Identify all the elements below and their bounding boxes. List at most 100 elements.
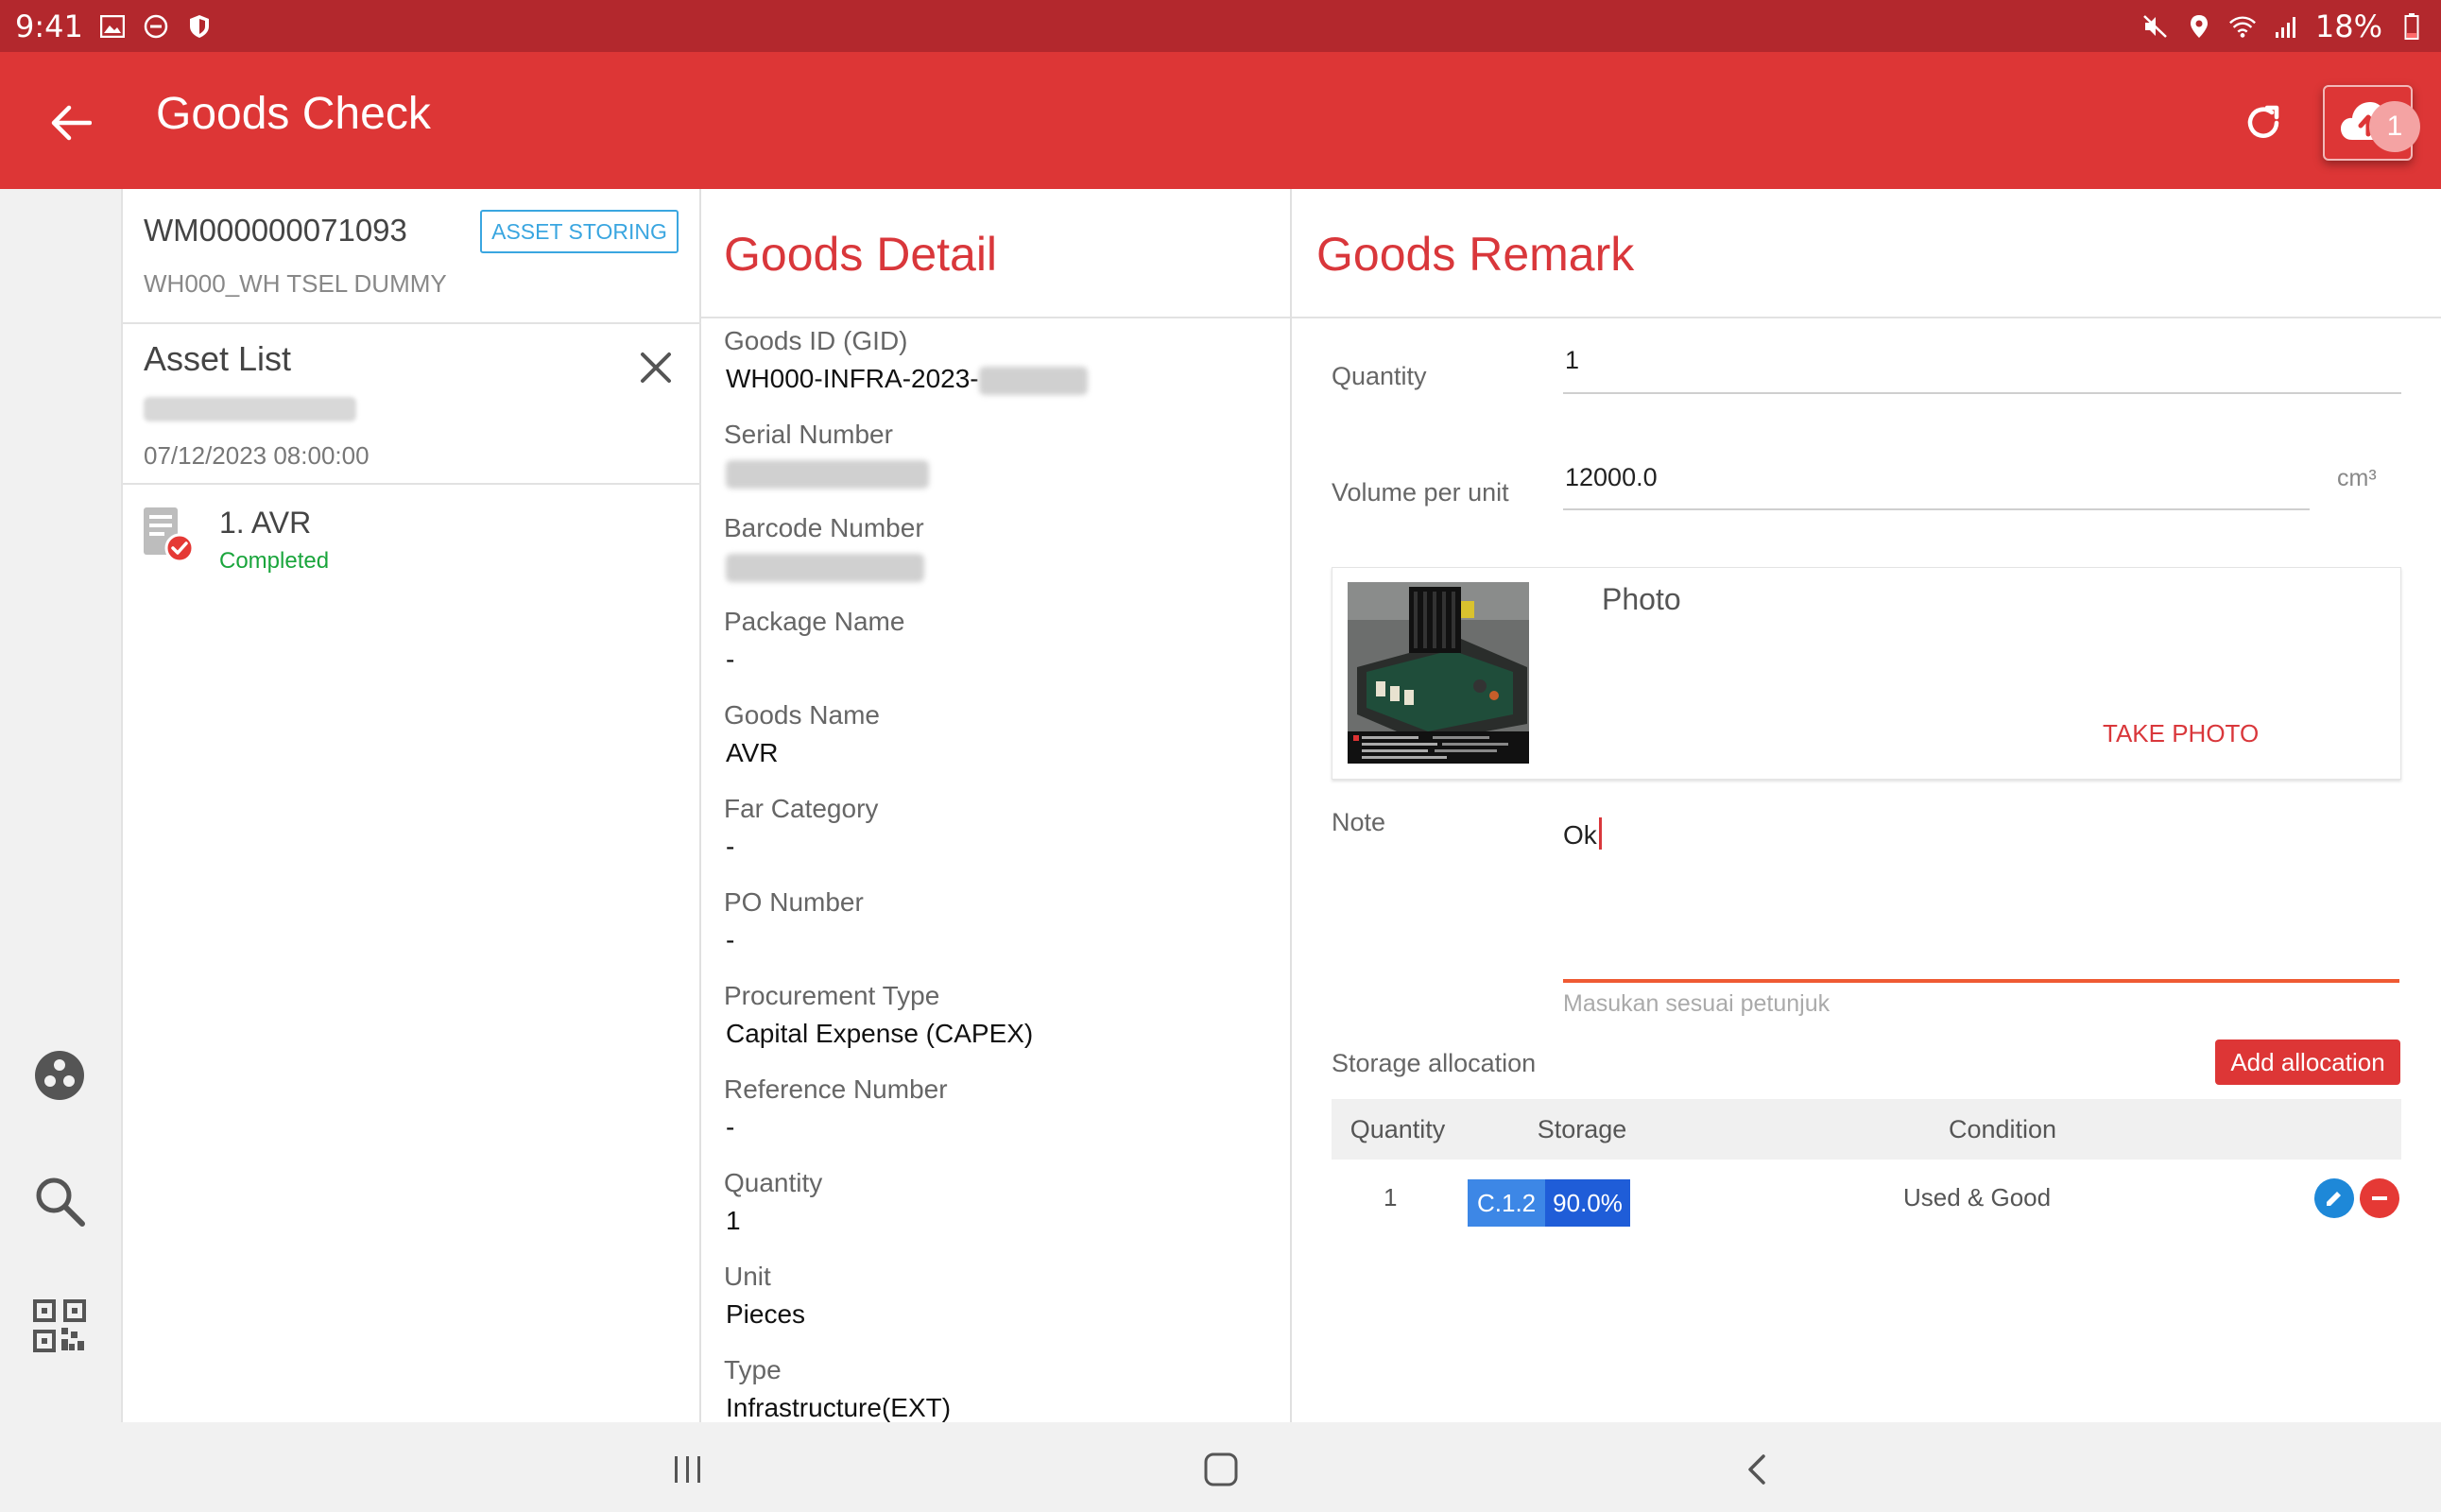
storage-chip: C.1.2 90.0% bbox=[1468, 1179, 1630, 1227]
search-icon[interactable] bbox=[28, 1170, 91, 1232]
field-value: AVR bbox=[726, 738, 779, 767]
field-value: - bbox=[726, 1112, 735, 1142]
note-hint: Masukan sesuai petunjuk bbox=[1563, 990, 1831, 1017]
location-icon bbox=[2185, 12, 2213, 41]
field-label: Quantity bbox=[724, 1168, 823, 1197]
field-reference-number: Reference Number - bbox=[724, 1074, 948, 1143]
field-package-name: Package Name - bbox=[724, 607, 904, 675]
refresh-icon[interactable] bbox=[2230, 90, 2296, 156]
redacted-value bbox=[726, 459, 929, 489]
wifi-icon bbox=[2228, 12, 2257, 41]
volume-input-underline bbox=[1563, 508, 2310, 510]
document-code: WM000000071093 bbox=[144, 213, 407, 248]
field-label: Procurement Type bbox=[724, 981, 940, 1010]
divider bbox=[1292, 317, 2441, 318]
field-label: Barcode Number bbox=[724, 513, 924, 542]
document-type-badge: ASSET STORING bbox=[480, 210, 679, 253]
battery-percent: 18% bbox=[2314, 8, 2382, 44]
field-label: PO Number bbox=[724, 887, 864, 917]
volume-label: Volume per unit bbox=[1332, 478, 1509, 507]
close-icon[interactable] bbox=[633, 345, 679, 390]
cluster-icon[interactable] bbox=[28, 1044, 91, 1107]
field-serial-number: Serial Number bbox=[724, 420, 929, 489]
asset-list-header: Asset List 07/12/2023 08:00:00 bbox=[123, 324, 701, 485]
storage-capacity: 90.0% bbox=[1545, 1179, 1630, 1227]
note-textarea[interactable]: Ok bbox=[1563, 808, 2399, 983]
back-icon[interactable] bbox=[1725, 1436, 1791, 1503]
field-label: Type bbox=[724, 1355, 782, 1384]
field-label: Goods Name bbox=[724, 700, 880, 730]
list-item[interactable]: 1. AVR Completed bbox=[123, 485, 701, 589]
table-row[interactable]: 1 C.1.2 90.0% Used & Good bbox=[1332, 1160, 2401, 1245]
remove-icon[interactable] bbox=[2360, 1178, 2399, 1218]
field-po-number: PO Number - bbox=[724, 887, 864, 955]
field-procurement-type: Procurement Type Capital Expense (CAPEX) bbox=[724, 981, 1033, 1049]
field-goods-id: Goods ID (GID) WH000-INFRA-2023- bbox=[724, 326, 1088, 395]
page-title: Goods Check bbox=[156, 89, 431, 139]
goods-detail-title: Goods Detail bbox=[724, 228, 998, 281]
field-type: Type Infrastructure(EXT) bbox=[724, 1355, 951, 1422]
asset-list-title: Asset List bbox=[144, 339, 292, 378]
storage-allocation-label: Storage allocation bbox=[1332, 1049, 1537, 1077]
status-bar: 9:41 18% bbox=[0, 0, 2441, 52]
document-panel: WM000000071093 ASSET STORING WH000_WH TS… bbox=[123, 189, 701, 1422]
quantity-input-underline bbox=[1563, 392, 2401, 394]
allocation-quantity: 1 bbox=[1384, 1183, 1398, 1211]
volume-input[interactable]: 12000.0 bbox=[1565, 463, 2312, 492]
field-value: Capital Expense (CAPEX) bbox=[726, 1019, 1034, 1048]
mute-icon bbox=[2141, 12, 2170, 41]
battery-icon bbox=[2398, 12, 2426, 41]
field-value: Pieces bbox=[726, 1299, 806, 1329]
redacted-value bbox=[726, 553, 924, 582]
field-unit: Unit Pieces bbox=[724, 1262, 805, 1330]
allocation-condition: Used & Good bbox=[1903, 1183, 2052, 1211]
quantity-label: Quantity bbox=[1332, 362, 1427, 390]
back-arrow-icon[interactable] bbox=[38, 90, 104, 156]
column-header-quantity: Quantity bbox=[1349, 1115, 1446, 1143]
redacted-value bbox=[978, 366, 1088, 395]
document-header[interactable]: WM000000071093 ASSET STORING WH000_WH TS… bbox=[123, 189, 701, 324]
text-cursor bbox=[1598, 817, 1602, 850]
system-nav-bar bbox=[0, 1422, 2441, 1512]
add-allocation-button[interactable]: Add allocation bbox=[2215, 1040, 2400, 1085]
column-header-storage: Storage bbox=[1537, 1115, 1627, 1143]
note-label: Note bbox=[1332, 808, 1386, 836]
take-photo-button[interactable]: TAKE PHOTO bbox=[2103, 719, 2259, 748]
app-bar: Goods Check 1 bbox=[0, 52, 2441, 189]
recent-apps-icon[interactable] bbox=[655, 1436, 721, 1503]
note-value: Ok bbox=[1563, 820, 1597, 850]
qr-code-icon[interactable] bbox=[28, 1295, 91, 1357]
divider bbox=[701, 317, 1290, 318]
goods-detail-panel: Goods Detail Goods ID (GID) WH000-INFRA-… bbox=[701, 189, 1292, 1422]
storage-code: C.1.2 bbox=[1468, 1179, 1546, 1227]
asset-list-date: 07/12/2023 08:00:00 bbox=[144, 441, 370, 470]
field-goods-name: Goods Name AVR bbox=[724, 700, 880, 768]
goods-remark-title: Goods Remark bbox=[1316, 228, 1635, 281]
field-value bbox=[726, 457, 929, 489]
document-check-icon bbox=[142, 506, 198, 564]
field-label: Serial Number bbox=[724, 420, 893, 449]
do-not-disturb-icon bbox=[142, 12, 170, 41]
field-value: - bbox=[726, 832, 735, 861]
list-item-status: Completed bbox=[219, 548, 330, 574]
status-bar-right: 18% bbox=[2141, 9, 2426, 44]
app-root: 9:41 18% Goods Check 1 WM000000071093 AS… bbox=[0, 0, 2441, 1512]
redacted-asset-number bbox=[144, 397, 356, 421]
allocation-table-header: Quantity Storage Condition bbox=[1332, 1099, 2401, 1160]
photo-card: Photo TAKE PHOTO bbox=[1332, 567, 2401, 780]
status-time: 9:41 bbox=[15, 8, 83, 44]
field-value: 1 bbox=[726, 1206, 741, 1235]
field-value: - bbox=[726, 925, 735, 954]
photo-thumbnail[interactable] bbox=[1348, 582, 1529, 764]
goods-id-value: WH000-INFRA-2023- bbox=[726, 364, 979, 393]
field-barcode-number: Barcode Number bbox=[724, 513, 924, 582]
note-text-wrap: Ok bbox=[1563, 817, 2399, 850]
quantity-input[interactable]: 1 bbox=[1565, 346, 2401, 375]
home-icon[interactable] bbox=[1188, 1436, 1254, 1503]
field-label: Reference Number bbox=[724, 1074, 948, 1104]
field-label: Unit bbox=[724, 1262, 771, 1291]
edit-icon[interactable] bbox=[2314, 1178, 2354, 1218]
field-label: Far Category bbox=[724, 794, 879, 823]
field-quantity: Quantity 1 bbox=[724, 1168, 822, 1236]
side-rail bbox=[0, 189, 123, 1422]
